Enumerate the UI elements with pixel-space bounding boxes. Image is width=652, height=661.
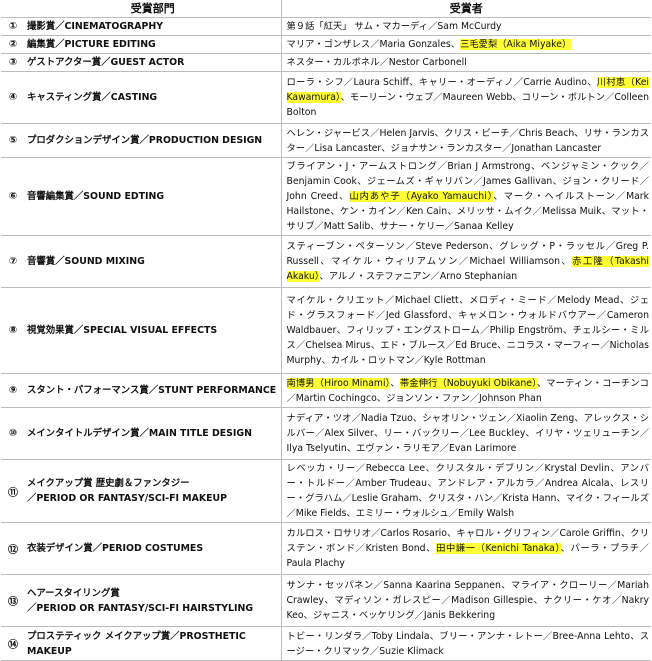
winner-text: 、 bbox=[390, 377, 400, 389]
table-row: ⑤ プロダクションデザイン賞／PRODUCTION DESIGN ヘレン・ジャービス… bbox=[1, 123, 651, 158]
winner-text: マリア・ゴンザレス／Maria Gonzales、 bbox=[286, 39, 461, 50]
winner-text: 、モーリーン・ウェブ／Maureen Webb、コリーン・ボルトン／Collee… bbox=[286, 92, 650, 118]
highlighted-name: 田中謙一（Kenichi Tanaka） bbox=[436, 543, 561, 554]
award-winners: サンナ・セッパネン／Sanna Kaarina Seppanen、マライア・クロ… bbox=[281, 574, 651, 627]
award-winners: ナディア・ツオ／Nadia Tzuo、シャオリン・ツェン／Xiaolin Zen… bbox=[281, 407, 651, 460]
highlighted-name: 帯金伸行（Nobuyuki Obikane） bbox=[399, 377, 537, 389]
winner-text: 第９話「紅天」 サム・マカーディ／Sam McCurdy bbox=[286, 21, 502, 32]
award-winners: 南博男（Hiroo Minami）、帯金伸行（Nobuyuki Obikane）… bbox=[281, 373, 651, 408]
header-number bbox=[1, 0, 25, 18]
winner-text: ネスター・カルボネル／Nestor Carbonell bbox=[286, 57, 467, 68]
award-winners: レベッカ・リー／Rebecca Lee、クリスタル・デブリン／Krystal D… bbox=[281, 459, 651, 523]
table-header-row: 受賞部門 受賞者 bbox=[1, 0, 651, 18]
award-category: 音響賞／SOUND MIXING bbox=[25, 235, 282, 288]
award-category: キャスティング賞／CASTING bbox=[25, 71, 282, 124]
award-number: ① bbox=[1, 17, 25, 36]
award-number: ② bbox=[1, 35, 25, 54]
table-row: ⑩ メインタイトルデザイン賞／MAIN TITLE DESIGN ナディア・ツオ／N… bbox=[1, 407, 651, 460]
award-category: 視覚効果賞／SPECIAL VISUAL EFFECTS bbox=[25, 287, 282, 374]
award-number: ⑭ bbox=[1, 626, 25, 661]
award-number: ⑧ bbox=[1, 287, 25, 374]
header-winner: 受賞者 bbox=[281, 0, 651, 18]
award-number: ⑪ bbox=[1, 459, 25, 523]
award-category: 衣装デザイン賞／PERIOD COSTUMES bbox=[25, 522, 282, 575]
winner-text: レベッカ・リー／Rebecca Lee、クリスタル・デブリン／Krystal D… bbox=[286, 463, 650, 519]
award-number: ③ bbox=[1, 53, 25, 72]
award-category: ヘアースタイリング賞 ／PERIOD OR FANTASY/SCI-FI HAIR… bbox=[25, 574, 282, 627]
table-row: ③ ゲストアクター賞／GUEST ACTOR ネスター・カルボネル／Nestor C… bbox=[1, 53, 651, 72]
winner-text: ナディア・ツオ／Nadia Tzuo、シャオリン・ツェン／Xiaolin Zen… bbox=[286, 413, 650, 454]
table-row: ⑧ 視覚効果賞／SPECIAL VISUAL EFFECTS マイケル・クリエット／… bbox=[1, 287, 651, 374]
award-winners: マイケル・クリエット／Michael Cliett、メロディ・ミード／Melod… bbox=[281, 287, 651, 374]
highlighted-name: 三毛愛梨（Aika Miyake） bbox=[460, 39, 572, 50]
award-winners: トビー・リンダラ／Toby Lindala、ブリー・アンナ・レトー／Bree-A… bbox=[281, 626, 651, 661]
table-row: ⑦ 音響賞／SOUND MIXING スティーブン・ペターソン／Steve Pede… bbox=[1, 235, 651, 288]
award-number: ⑨ bbox=[1, 373, 25, 408]
table-row: ⑭ プロステティック メイクアップ賞／PROSTHETIC MAKEUP トビー・リ… bbox=[1, 626, 651, 661]
award-winners: ネスター・カルボネル／Nestor Carbonell bbox=[281, 53, 651, 72]
highlighted-name: 南博男（Hiroo Minami） bbox=[286, 377, 391, 389]
table-row: ⑪ メイクアップ賞 歴史劇＆ファンタジー ／PERIOD OR FANTASY/SC… bbox=[1, 459, 651, 523]
table-row: ① 撮影賞／CINEMATOGRAPHY 第９話「紅天」 サム・マカーディ／Sam … bbox=[1, 17, 651, 36]
award-category: 撮影賞／CINEMATOGRAPHY bbox=[25, 17, 282, 36]
winner-text: ヘレン・ジャービス／Helen Jarvis、クリス・ビーチ／Chris Bea… bbox=[286, 127, 650, 154]
award-winners: ブライアン・J・アームストロング／Brian J Armstrong、ベンジャミ… bbox=[281, 157, 651, 236]
winner-text: ローラ・シフ／Laura Schiff、キャリー・オーディノ／Carrie Au… bbox=[286, 77, 597, 88]
winner-text: サンナ・セッパネン／Sanna Kaarina Seppanen、マライア・クロ… bbox=[286, 580, 650, 621]
award-category: プロステティック メイクアップ賞／PROSTHETIC MAKEUP bbox=[25, 626, 282, 661]
award-winners: ヘレン・ジャービス／Helen Jarvis、クリス・ビーチ／Chris Bea… bbox=[281, 123, 651, 158]
award-category: スタント・パフォーマンス賞／STUNT PERFORMANCE bbox=[25, 373, 282, 408]
award-number: ⑩ bbox=[1, 407, 25, 460]
award-category: プロダクションデザイン賞／PRODUCTION DESIGN bbox=[25, 123, 282, 158]
award-category: 音響編集賞／SOUND EDTING bbox=[25, 157, 282, 236]
awards-table: 受賞部門 受賞者 ① 撮影賞／CINEMATOGRAPHY 第９話「紅天」 サム・マ… bbox=[1, 0, 651, 661]
award-number: ⑫ bbox=[1, 522, 25, 575]
award-number: ⑥ bbox=[1, 157, 25, 236]
award-winners: カルロス・ロサリオ／Carlos Rosario、キャロル・グリフィン／Caro… bbox=[281, 522, 651, 575]
table-row: ④ キャスティング賞／CASTING ローラ・シフ／Laura Schiff、キャリ… bbox=[1, 71, 651, 124]
header-category: 受賞部門 bbox=[25, 0, 282, 18]
award-number: ⑤ bbox=[1, 123, 25, 158]
table-row: ⑥ 音響編集賞／SOUND EDTING ブライアン・J・アームストロング／Bria… bbox=[1, 157, 651, 236]
award-number: ④ bbox=[1, 71, 25, 124]
award-number: ⑦ bbox=[1, 235, 25, 288]
highlighted-name: 山内あや子（Ayako Yamauchi） bbox=[349, 191, 494, 202]
award-winners: スティーブン・ペターソン／Steve Pederson、グレッグ・P・ラッセル／… bbox=[281, 235, 651, 288]
award-winners: マリア・ゴンザレス／Maria Gonzales、三毛愛梨（Aika Miyak… bbox=[281, 35, 651, 54]
table-row: ⑨ スタント・パフォーマンス賞／STUNT PERFORMANCE 南博男（Hiro… bbox=[1, 373, 651, 408]
award-winners: ローラ・シフ／Laura Schiff、キャリー・オーディノ／Carrie Au… bbox=[281, 71, 651, 124]
winner-text: 、アルノ・ステファニアン／Arno Stephanian bbox=[319, 271, 518, 282]
award-winners: 第９話「紅天」 サム・マカーディ／Sam McCurdy bbox=[281, 17, 651, 36]
award-category: ゲストアクター賞／GUEST ACTOR bbox=[25, 53, 282, 72]
winner-text: トビー・リンダラ／Toby Lindala、ブリー・アンナ・レトー／Bree-A… bbox=[286, 630, 650, 657]
winner-text: マイケル・クリエット／Michael Cliett、メロディ・ミード／Melod… bbox=[286, 295, 650, 366]
award-category: 編集賞／PICTURE EDITING bbox=[25, 35, 282, 54]
award-number: ⑬ bbox=[1, 574, 25, 627]
table-row: ⑫ 衣装デザイン賞／PERIOD COSTUMES カルロス・ロサリオ／Carlos… bbox=[1, 522, 651, 575]
award-category: メインタイトルデザイン賞／MAIN TITLE DESIGN bbox=[25, 407, 282, 460]
table-row: ② 編集賞／PICTURE EDITING マリア・ゴンザレス／Maria Gonz… bbox=[1, 35, 651, 54]
table-row: ⑬ ヘアースタイリング賞 ／PERIOD OR FANTASY/SCI-FI HAI… bbox=[1, 574, 651, 627]
award-category: メイクアップ賞 歴史劇＆ファンタジー ／PERIOD OR FANTASY/SCI… bbox=[25, 459, 282, 523]
